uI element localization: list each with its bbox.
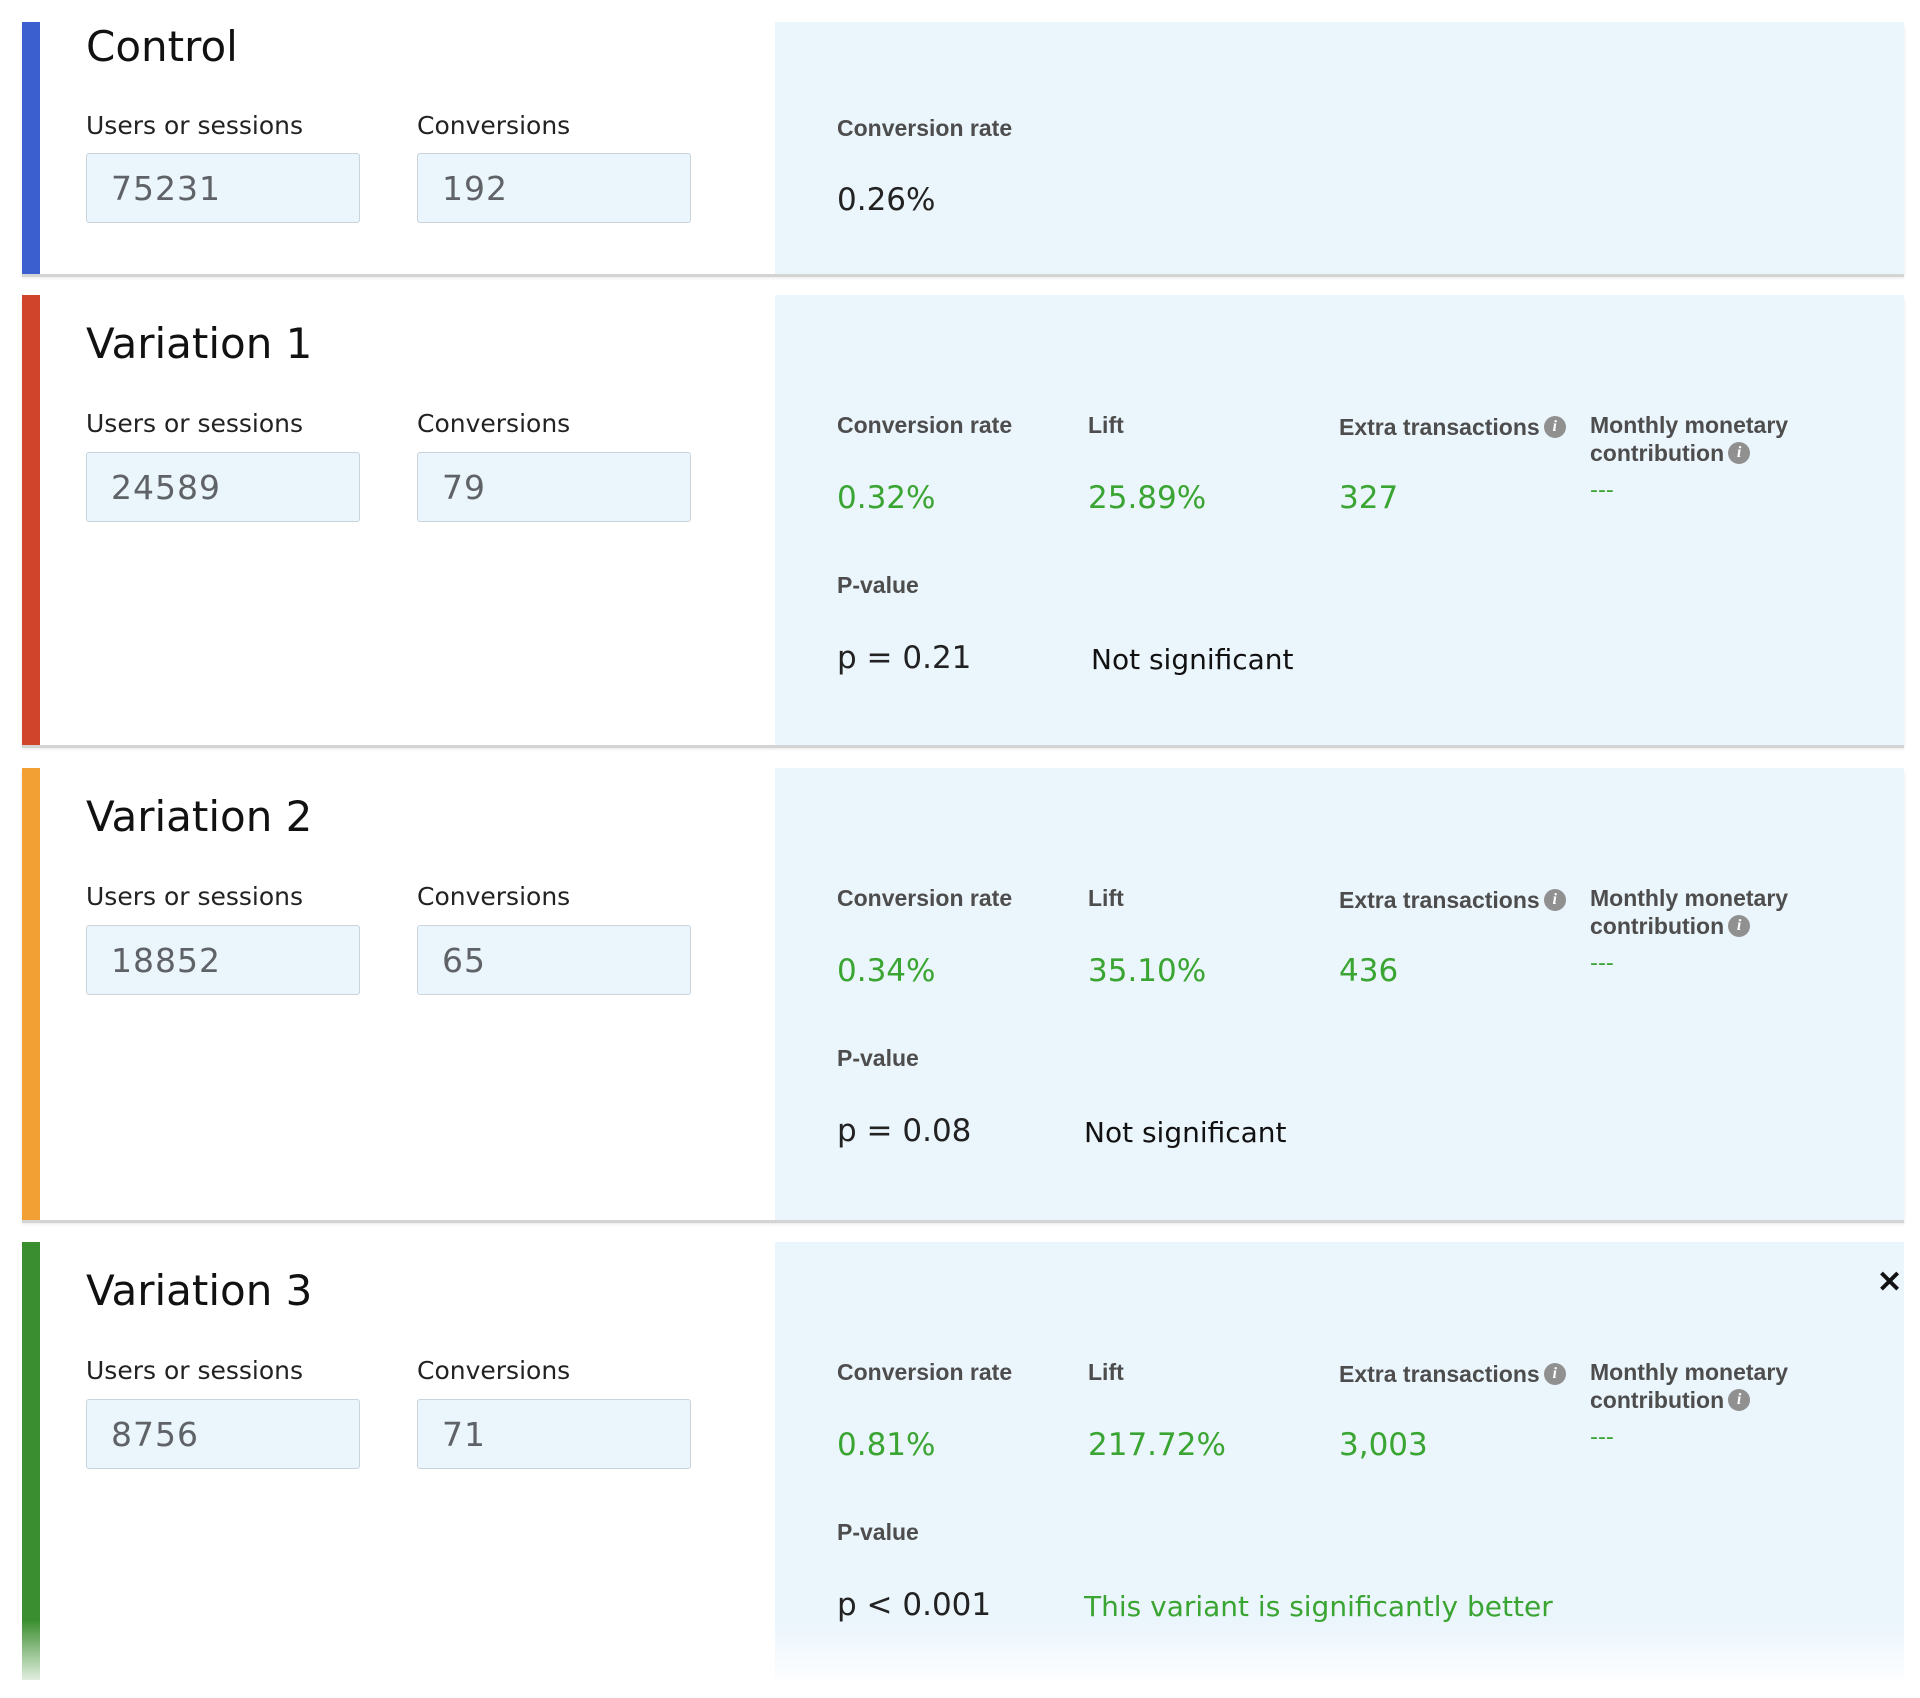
- variation-2-conversions-input[interactable]: [417, 925, 691, 995]
- variation-3-monthly-monetary-value: ---: [1590, 1425, 1614, 1450]
- users-label: Users or sessions: [86, 111, 304, 140]
- p-value-label: P-value: [837, 1519, 919, 1545]
- control-users-input[interactable]: [86, 153, 360, 223]
- variation-3-lift-value: 217.72%: [1088, 1427, 1226, 1463]
- control-conversion-rate-value: 0.26%: [837, 182, 936, 218]
- variation-1-results-panel: Conversion rate Lift Extra transactions i…: [775, 295, 1904, 745]
- variation-1-significance-text: Not significant: [1091, 643, 1294, 676]
- variation-1-conversions-input[interactable]: [417, 452, 691, 522]
- users-label: Users or sessions: [86, 882, 304, 911]
- variation-2-monthly-monetary-value: ---: [1590, 951, 1614, 976]
- extra-transactions-label-text: Extra transactions: [1339, 887, 1540, 913]
- variation-2-p-value: p = 0.08: [837, 1113, 972, 1149]
- monthly-monetary-label: Monthly monetary contribution i: [1590, 884, 1820, 940]
- control-accent-bar: [22, 22, 40, 274]
- lift-label: Lift: [1088, 885, 1124, 911]
- control-conversions-input[interactable]: [417, 153, 691, 223]
- variation-2-accent-bar: [22, 768, 40, 1220]
- variation-1-inputs-panel: Variation 1 Users or sessions Conversion…: [40, 295, 775, 745]
- conversion-rate-label: Conversion rate: [837, 1359, 1013, 1385]
- variation-3-inputs-panel: Variation 3 Users or sessions Conversion…: [40, 1242, 775, 1680]
- conversions-label: Conversions: [417, 1356, 571, 1385]
- variation-1-conversion-rate-value: 0.32%: [837, 480, 936, 516]
- variation-2-users-input[interactable]: [86, 925, 360, 995]
- variation-3-accent-bar: [22, 1242, 40, 1680]
- control-title: Control: [86, 22, 238, 71]
- conversion-rate-label: Conversion rate: [837, 115, 1013, 141]
- variation-1-title: Variation 1: [86, 319, 313, 368]
- monthly-monetary-label: Monthly monetary contribution i: [1590, 1358, 1820, 1414]
- variation-3-results-panel: ✕ Conversion rate Lift Extra transaction…: [775, 1242, 1904, 1680]
- variation-2-extra-transactions-value: 436: [1339, 953, 1399, 989]
- conversion-rate-label: Conversion rate: [837, 412, 1013, 438]
- variation-1-lift-value: 25.89%: [1088, 480, 1207, 516]
- control-card: Control Users or sessions Conversions Co…: [22, 22, 1904, 274]
- variation-2-significance-text: Not significant: [1084, 1116, 1287, 1149]
- variation-3-p-value: p < 0.001: [837, 1587, 992, 1623]
- extra-transactions-label: Extra transactions i: [1339, 1360, 1566, 1388]
- variation-1-accent-bar: [22, 295, 40, 745]
- variation-1-extra-transactions-value: 327: [1339, 480, 1399, 516]
- control-results-panel: Conversion rate 0.26%: [775, 22, 1904, 274]
- extra-transactions-label-text: Extra transactions: [1339, 414, 1540, 440]
- conversion-rate-label: Conversion rate: [837, 885, 1013, 911]
- info-icon[interactable]: i: [1543, 1362, 1566, 1385]
- conversions-label: Conversions: [417, 409, 571, 438]
- info-icon[interactable]: i: [1543, 888, 1566, 911]
- info-icon[interactable]: i: [1728, 441, 1751, 464]
- variation-2-conversion-rate-value: 0.34%: [837, 953, 936, 989]
- p-value-label: P-value: [837, 572, 919, 598]
- variation-1-users-input[interactable]: [86, 452, 360, 522]
- users-label: Users or sessions: [86, 1356, 304, 1385]
- conversions-label: Conversions: [417, 111, 571, 140]
- close-icon[interactable]: ✕: [1877, 1268, 1902, 1298]
- variation-3-extra-transactions-value: 3,003: [1339, 1427, 1428, 1463]
- lift-label: Lift: [1088, 412, 1124, 438]
- extra-transactions-label: Extra transactions i: [1339, 886, 1566, 914]
- variation-2-lift-value: 35.10%: [1088, 953, 1207, 989]
- variation-3-conversion-rate-value: 0.81%: [837, 1427, 936, 1463]
- variation-3-conversions-input[interactable]: [417, 1399, 691, 1469]
- users-label: Users or sessions: [86, 409, 304, 438]
- info-icon[interactable]: i: [1728, 1388, 1751, 1411]
- monthly-monetary-label-text: Monthly monetary contribution: [1590, 885, 1789, 939]
- variation-2-results-panel: Conversion rate Lift Extra transactions i…: [775, 768, 1904, 1220]
- variation-2-inputs-panel: Variation 2 Users or sessions Conversion…: [40, 768, 775, 1220]
- variation-1-p-value: p = 0.21: [837, 640, 972, 676]
- variation-2-title: Variation 2: [86, 792, 313, 841]
- variation-3-significance-text: This variant is significantly better: [1084, 1590, 1553, 1623]
- info-icon[interactable]: i: [1728, 914, 1751, 937]
- control-inputs-panel: Control Users or sessions Conversions: [40, 22, 775, 274]
- lift-label: Lift: [1088, 1359, 1124, 1385]
- info-icon[interactable]: i: [1543, 415, 1566, 438]
- monthly-monetary-label-text: Monthly monetary contribution: [1590, 1359, 1789, 1413]
- variation-1-card: Variation 1 Users or sessions Conversion…: [22, 295, 1904, 745]
- monthly-monetary-label-text: Monthly monetary contribution: [1590, 412, 1789, 466]
- conversions-label: Conversions: [417, 882, 571, 911]
- variation-2-card: Variation 2 Users or sessions Conversion…: [22, 768, 1904, 1220]
- variation-3-title: Variation 3: [86, 1266, 313, 1315]
- monthly-monetary-label: Monthly monetary contribution i: [1590, 411, 1820, 467]
- p-value-label: P-value: [837, 1045, 919, 1071]
- variation-3-card: Variation 3 Users or sessions Conversion…: [22, 1242, 1904, 1680]
- variation-1-monthly-monetary-value: ---: [1590, 478, 1614, 503]
- variation-3-users-input[interactable]: [86, 1399, 360, 1469]
- extra-transactions-label: Extra transactions i: [1339, 413, 1566, 441]
- extra-transactions-label-text: Extra transactions: [1339, 1361, 1540, 1387]
